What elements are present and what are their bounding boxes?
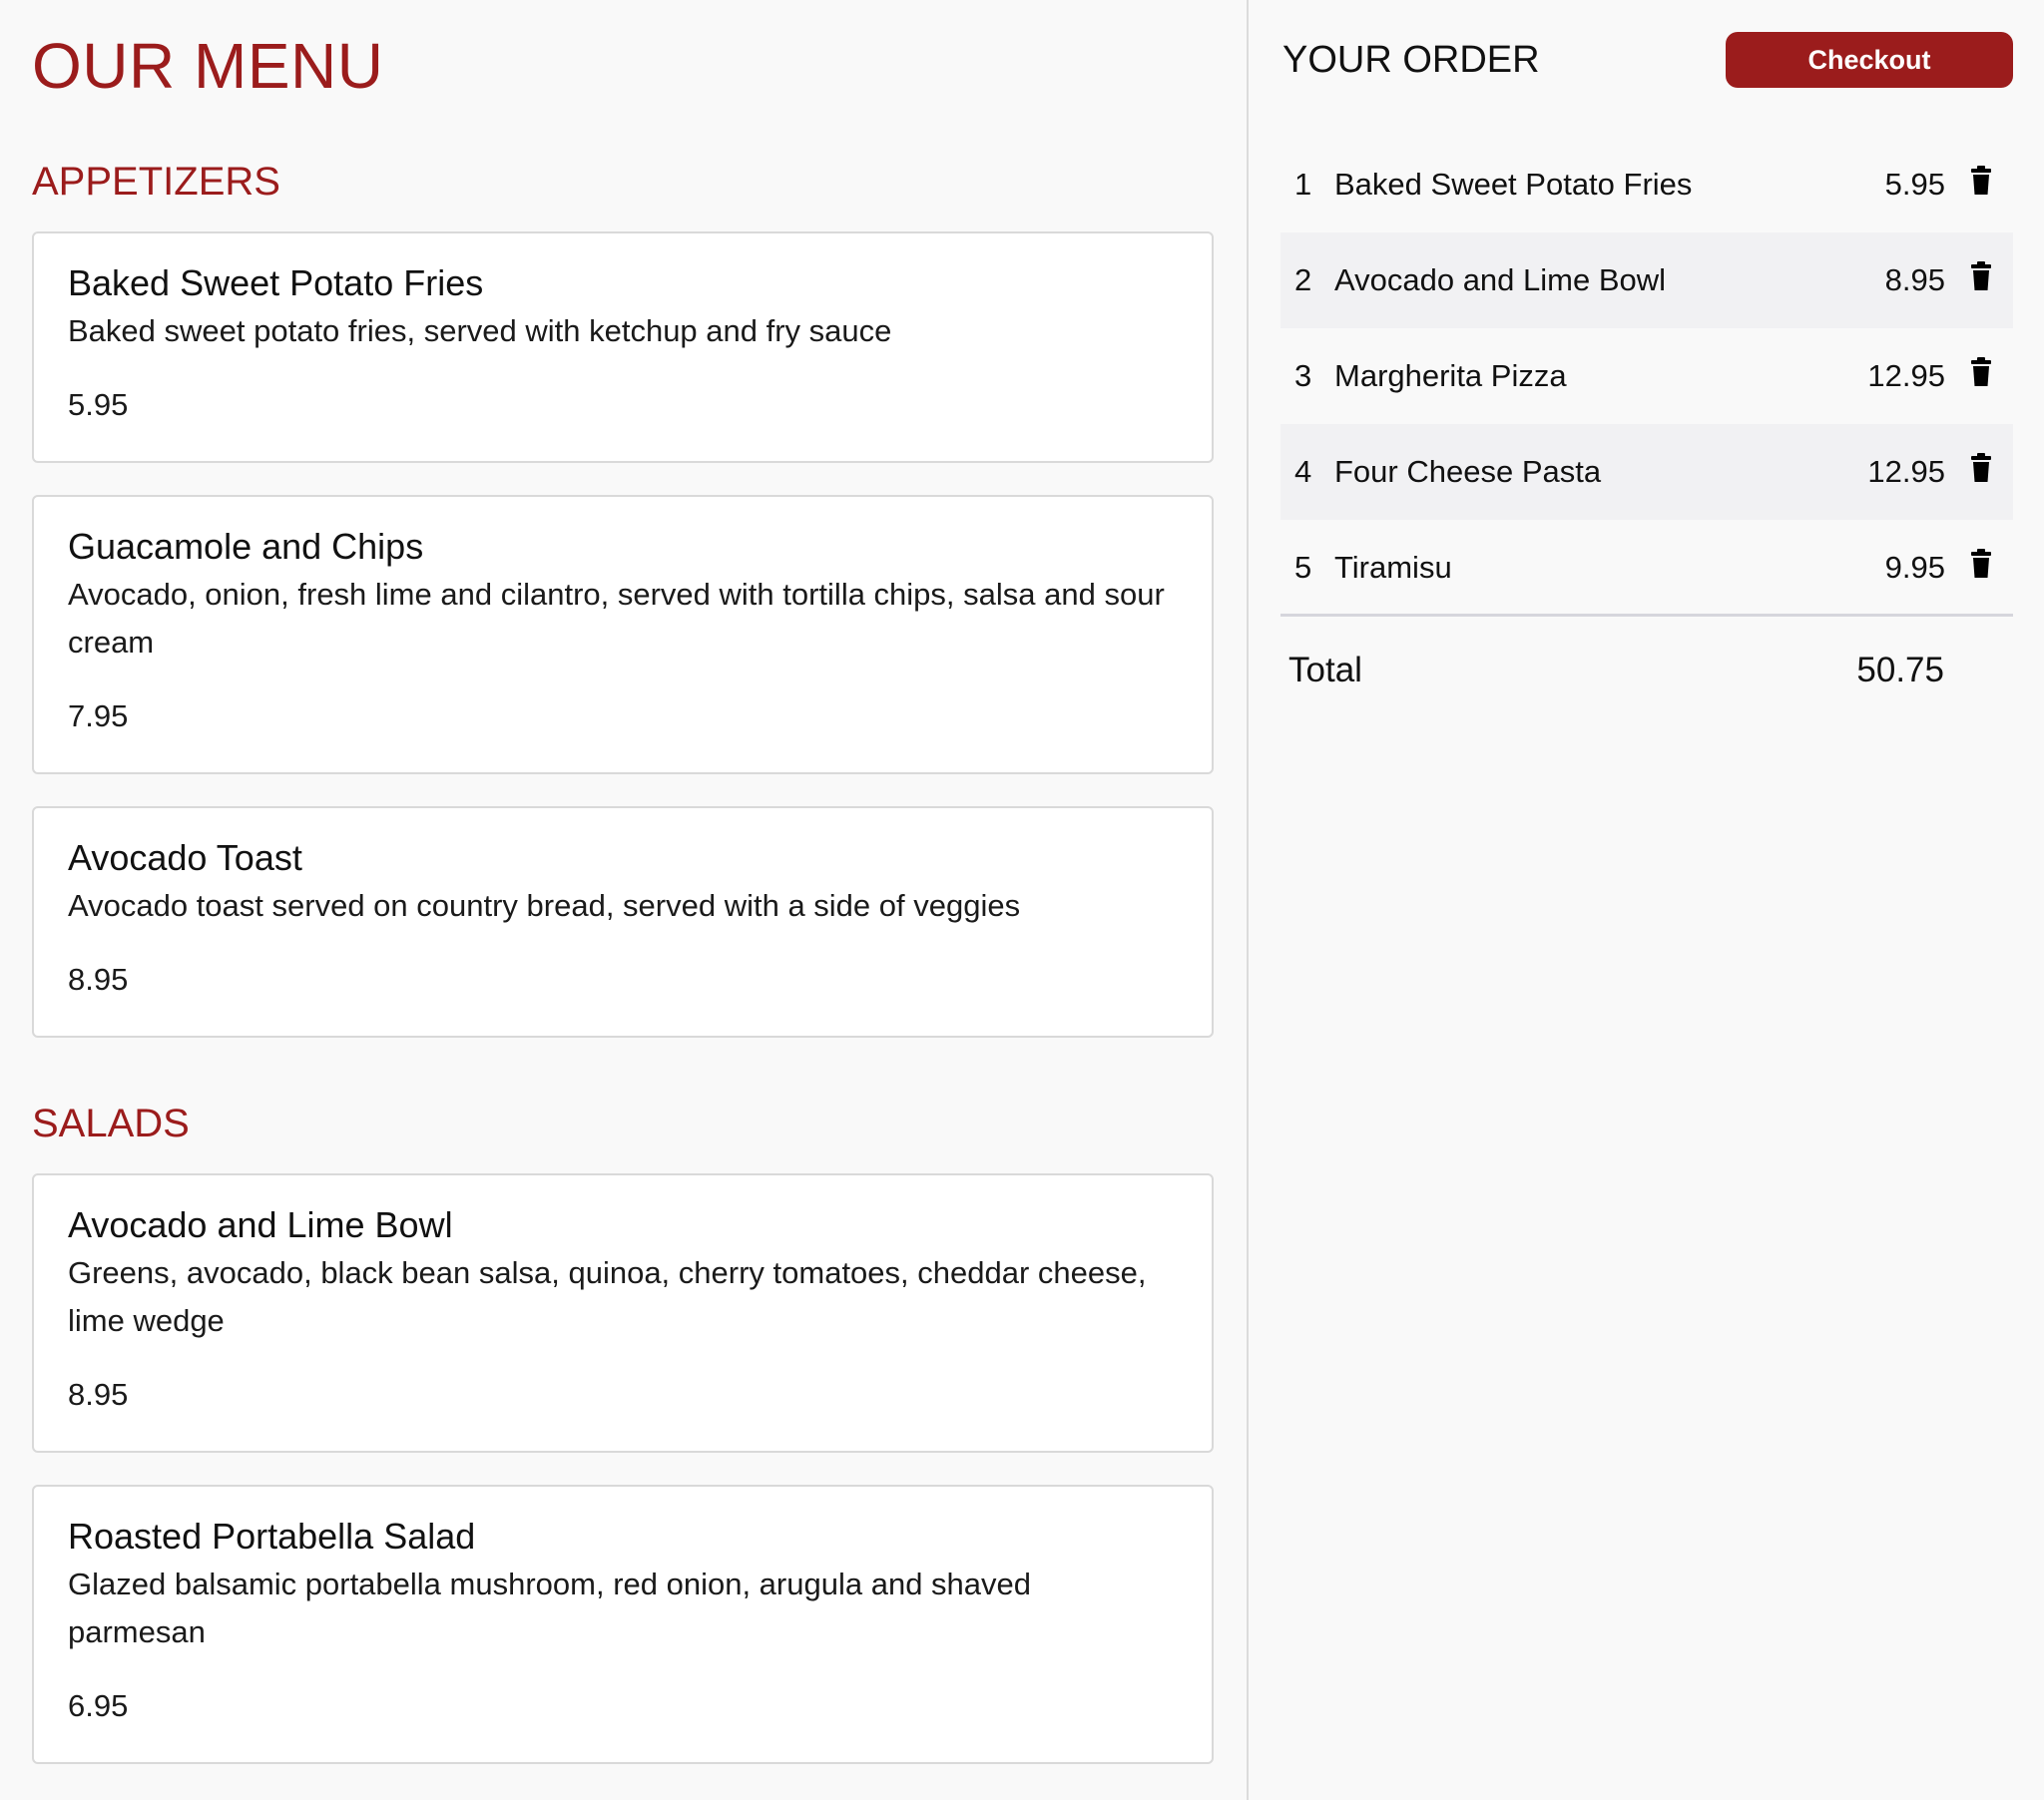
menu-pane: OUR MENU APPETIZERS Baked Sweet Potato F… (0, 0, 1246, 1800)
trash-icon (1971, 549, 1991, 578)
order-title: YOUR ORDER (1282, 39, 1540, 81)
order-item-number: 1 (1294, 167, 1312, 202)
trash-icon (1971, 261, 1991, 290)
order-item-number: 5 (1294, 550, 1312, 585)
order-pane: YOUR ORDER Checkout 1 Baked Sweet Potato… (1247, 0, 2044, 1800)
menu-item-card[interactable]: Avocado Toast Avocado toast served on co… (32, 806, 1214, 1038)
menu-item-card[interactable]: Roasted Portabella Salad Glazed balsamic… (32, 1485, 1214, 1764)
trash-icon (1971, 453, 1991, 482)
order-item-name: Margherita Pizza (1334, 358, 1567, 393)
menu-item-name: Avocado Toast (68, 837, 302, 878)
remove-item-button[interactable] (1967, 452, 1995, 484)
menu-item-name: Baked Sweet Potato Fries (68, 262, 484, 303)
menu-item-price: 8.95 (68, 962, 129, 997)
order-item-number: 3 (1294, 358, 1312, 393)
order-row: 3 Margherita Pizza 12.95 (1280, 328, 2013, 424)
remove-item-button[interactable] (1967, 165, 1995, 197)
total-value: 50.75 (1856, 651, 1944, 689)
menu-item-name: Avocado and Lime Bowl (68, 1204, 453, 1245)
menu-item-card[interactable]: Guacamole and Chips Avocado, onion, fres… (32, 495, 1214, 774)
order-item-number: 4 (1294, 454, 1312, 489)
order-divider (1280, 614, 2013, 617)
total-label: Total (1288, 651, 1362, 689)
menu-item-description: Greens, avocado, black bean salsa, quino… (68, 1255, 1147, 1338)
remove-item-button[interactable] (1967, 356, 1995, 388)
menu-item-description: Baked sweet potato fries, served with ke… (68, 313, 892, 348)
menu-item-name: Roasted Portabella Salad (68, 1516, 476, 1557)
order-item-name: Four Cheese Pasta (1334, 454, 1602, 489)
order-item-name: Avocado and Lime Bowl (1334, 262, 1667, 297)
trash-icon (1971, 357, 1991, 386)
order-item-price: 9.95 (1884, 550, 1945, 585)
remove-item-button[interactable] (1967, 260, 1995, 292)
menu-item-name: Guacamole and Chips (68, 526, 424, 567)
order-item-name: Baked Sweet Potato Fries (1334, 167, 1693, 202)
remove-item-button[interactable] (1967, 548, 1995, 580)
menu-item-price: 5.95 (68, 387, 129, 422)
menu-item-description: Glazed balsamic portabella mushroom, red… (68, 1567, 1032, 1649)
order-row: 5 Tiramisu 9.95 (1280, 520, 2013, 616)
menu-item-price: 8.95 (68, 1377, 129, 1412)
menu-item-description: Avocado, onion, fresh lime and cilantro,… (68, 577, 1165, 660)
order-row: 4 Four Cheese Pasta 12.95 (1280, 424, 2013, 520)
menu-item-card[interactable]: Baked Sweet Potato Fries Baked sweet pot… (32, 231, 1214, 463)
order-item-price: 12.95 (1867, 454, 1945, 489)
menu-item-description: Avocado toast served on country bread, s… (68, 888, 1021, 923)
order-item-number: 2 (1294, 262, 1312, 297)
order-item-price: 5.95 (1884, 167, 1945, 202)
order-row: 1 Baked Sweet Potato Fries 5.95 (1280, 137, 2013, 232)
order-item-name: Tiramisu (1334, 550, 1452, 585)
order-item-price: 8.95 (1884, 262, 1945, 297)
menu-title: OUR MENU (32, 30, 384, 102)
trash-icon (1971, 166, 1991, 195)
menu-item-price: 7.95 (68, 698, 129, 733)
order-list: 1 Baked Sweet Potato Fries 5.95 2 Avocad… (1280, 137, 2013, 616)
section-title-appetizers: APPETIZERS (32, 160, 280, 204)
order-item-price: 12.95 (1867, 358, 1945, 393)
menu-item-price: 6.95 (68, 1688, 129, 1723)
checkout-button[interactable]: Checkout (1726, 32, 2013, 88)
section-title-salads: SALADS (32, 1102, 190, 1145)
menu-item-card[interactable]: Avocado and Lime Bowl Greens, avocado, b… (32, 1173, 1214, 1453)
order-row: 2 Avocado and Lime Bowl 8.95 (1280, 232, 2013, 328)
